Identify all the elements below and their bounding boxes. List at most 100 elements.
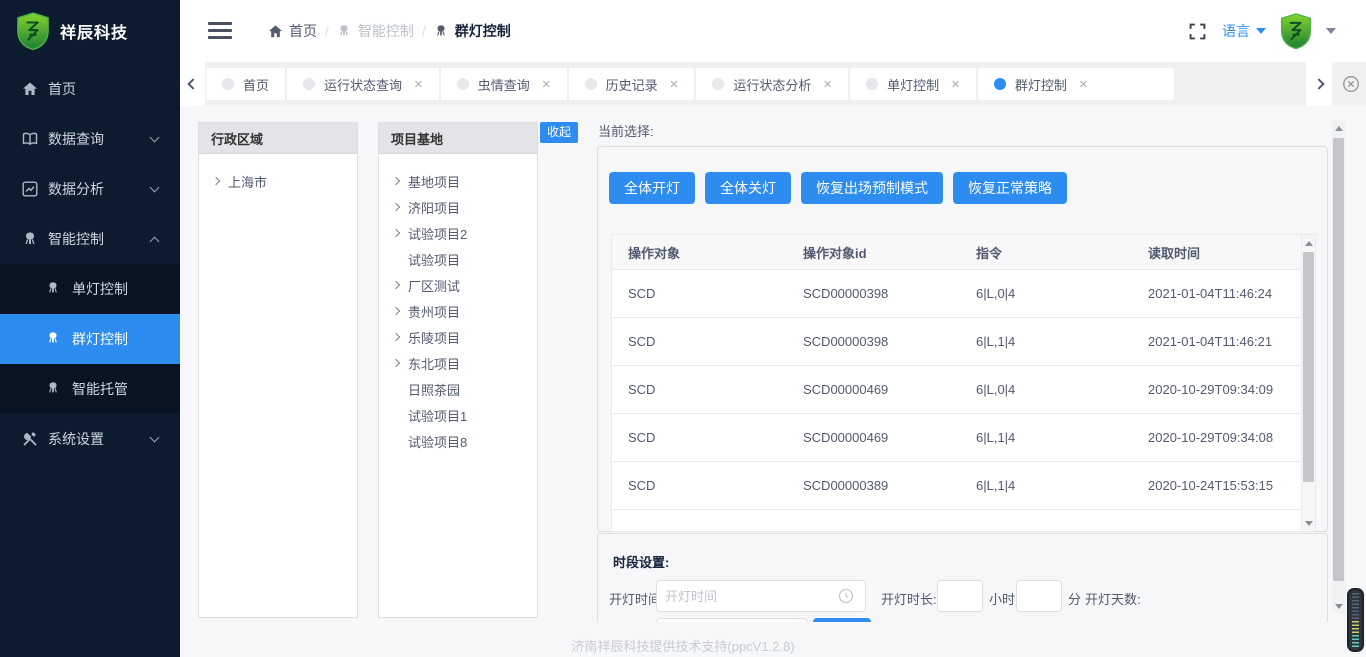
table-cell: SCD00000469 [787, 430, 960, 445]
main-content: 行政区域 上海市 项目基地 基地项目 济阳项目 试验项目2 试验项目 厂区测试 … [180, 106, 1366, 657]
close-all-tabs-icon[interactable] [1342, 75, 1360, 93]
breadcrumb-label: 群灯控制 [455, 21, 511, 41]
tree-item[interactable]: 试验项目1 [379, 402, 537, 428]
time-settings-card: 时段设置: 开灯时间: 开灯时长: 小时 分 开灯天数: [597, 533, 1328, 622]
tab-single-light-control[interactable]: 单灯控制 × [850, 68, 976, 100]
tab-strip: 首页 运行状态查询 × 虫情查询 × 历史记录 × 运行状态分析 × [180, 62, 1366, 106]
tree-item-label: 济阳项目 [408, 198, 460, 217]
tab-label: 单灯控制 [887, 75, 939, 94]
tab-run-status-query[interactable]: 运行状态查询 × [287, 68, 439, 100]
scroll-down-arrow-icon[interactable] [1332, 598, 1345, 614]
tab-group-light-control[interactable]: 群灯控制 × [978, 68, 1174, 100]
chevron-down-icon [150, 133, 160, 143]
tab-dot-icon [866, 78, 878, 90]
minutes-unit-label: 分 [1068, 589, 1081, 608]
lamp-icon [22, 231, 38, 247]
brand-shield-icon [16, 12, 50, 50]
breadcrumb-label: 智能控制 [358, 21, 414, 41]
fullscreen-icon[interactable] [1189, 23, 1206, 40]
breadcrumb-smart-control[interactable]: 智能控制 [337, 21, 414, 41]
tree-item[interactable]: 乐陵项目 [379, 324, 537, 350]
scroll-down-arrow-icon[interactable] [1302, 515, 1315, 531]
app-root: 祥辰科技 首页 数据查询 数据分析 [0, 0, 1366, 657]
sidebar-item-home[interactable]: 首页 [0, 64, 180, 114]
chevron-right-icon [392, 333, 400, 341]
all-lights-on-button[interactable]: 全体开灯 [609, 172, 695, 204]
scroll-up-arrow-icon[interactable] [1302, 235, 1315, 251]
tree-item[interactable]: 试验项目2 [379, 220, 537, 246]
breadcrumb-separator: / [325, 23, 329, 39]
language-label: 语言 [1222, 21, 1250, 41]
tree-item[interactable]: 试验项目8 [379, 428, 537, 454]
table-cell: 2020-10-29T09:34:08 [1132, 430, 1315, 445]
table-cell: SCD [612, 334, 787, 349]
tab-close-icon[interactable]: × [414, 77, 423, 92]
tree-item[interactable]: 试验项目 [379, 246, 537, 272]
main-scrollbar[interactable] [1332, 120, 1346, 614]
table-row: SCD SCD00000389 6|L,1|4 2020-10-24T15:53… [612, 462, 1315, 510]
table-cell: 6|L,1|4 [960, 430, 1132, 445]
tab-insect-query[interactable]: 虫情查询 × [441, 68, 567, 100]
tab-close-icon[interactable]: × [542, 77, 551, 92]
sidebar-item-system-settings[interactable]: 系统设置 [0, 414, 180, 464]
project-panel-title: 项目基地 [379, 123, 537, 154]
tree-item[interactable]: 东北项目 [379, 350, 537, 376]
tree-item-label: 上海市 [228, 172, 267, 191]
scrollbar-thumb[interactable] [1303, 252, 1314, 482]
table-cell: 2021-01-04T11:46:21 [1132, 334, 1315, 349]
tab-close-icon[interactable]: × [1079, 77, 1088, 92]
sidebar-item-group-light-control[interactable]: 群灯控制 [0, 314, 180, 364]
tree-item[interactable]: 济阳项目 [379, 194, 537, 220]
hamburger-menu-icon[interactable] [208, 22, 232, 40]
sidebar-item-data-analysis[interactable]: 数据分析 [0, 164, 180, 214]
tree-item-label: 乐陵项目 [408, 328, 460, 347]
restore-factory-preset-button[interactable]: 恢复出场预制模式 [801, 172, 943, 204]
sidebar-item-smart-control[interactable]: 智能控制 [0, 214, 180, 264]
clock-icon[interactable] [838, 588, 854, 604]
tab-close-icon[interactable]: × [670, 77, 679, 92]
collapse-panels-button[interactable]: 收起 [540, 122, 578, 143]
caret-down-icon [1256, 28, 1266, 34]
restore-normal-strategy-button[interactable]: 恢复正常策略 [953, 172, 1067, 204]
confirm-button-partial[interactable] [813, 618, 871, 622]
browser-scrollbar-minimap[interactable] [1347, 588, 1364, 652]
table-row: SCD SCD00000398 6|L,1|4 2021-01-04T11:46… [612, 318, 1315, 366]
tab-history[interactable]: 历史记录 × [569, 68, 695, 100]
scroll-up-arrow-icon[interactable] [1332, 120, 1345, 136]
on-time-input[interactable] [656, 580, 866, 612]
table-cell: 6|L,0|4 [960, 286, 1132, 301]
scrollbar-thumb[interactable] [1333, 138, 1344, 581]
chevron-right-icon [392, 229, 400, 237]
tab-run-status-analysis[interactable]: 运行状态分析 × [696, 68, 848, 100]
user-menu-caret-icon[interactable] [1326, 28, 1336, 34]
sidebar-item-data-query[interactable]: 数据查询 [0, 114, 180, 164]
tab-close-icon[interactable]: × [823, 77, 832, 92]
tabs-scroll-right-button[interactable] [1306, 62, 1332, 106]
tree-item[interactable]: 贵州项目 [379, 298, 537, 324]
duration-hours-input[interactable] [937, 580, 983, 612]
table-scrollbar[interactable] [1301, 235, 1315, 531]
tabs: 首页 运行状态查询 × 虫情查询 × 历史记录 × 运行状态分析 × [206, 68, 1176, 100]
breadcrumb-home[interactable]: 首页 [268, 21, 317, 41]
user-avatar[interactable] [1278, 13, 1314, 49]
duration-minutes-input[interactable] [1016, 580, 1062, 612]
lamp-icon [46, 281, 62, 297]
tab-label: 历史记录 [606, 75, 658, 94]
sidebar-item-single-light-control[interactable]: 单灯控制 [0, 264, 180, 314]
tab-close-icon[interactable]: × [951, 77, 960, 92]
tree-item-label: 试验项目8 [408, 432, 467, 451]
days-input-partial[interactable] [656, 618, 808, 622]
tree-item[interactable]: 基地项目 [379, 168, 537, 194]
sidebar-item-smart-hosting[interactable]: 智能托管 [0, 364, 180, 414]
chevron-left-icon [187, 78, 198, 89]
tree-item[interactable]: 厂区测试 [379, 272, 537, 298]
hours-unit-label: 小时 [989, 589, 1015, 608]
all-lights-off-button[interactable]: 全体关灯 [705, 172, 791, 204]
tree-item[interactable]: 日照茶园 [379, 376, 537, 402]
brand-name: 祥辰科技 [60, 19, 128, 43]
sidebar-item-label: 群灯控制 [72, 329, 158, 349]
language-selector[interactable]: 语言 [1222, 21, 1266, 41]
tabs-scroll-left-button[interactable] [180, 62, 205, 106]
tree-item-shanghai[interactable]: 上海市 [199, 168, 357, 194]
tab-home[interactable]: 首页 [206, 68, 285, 100]
